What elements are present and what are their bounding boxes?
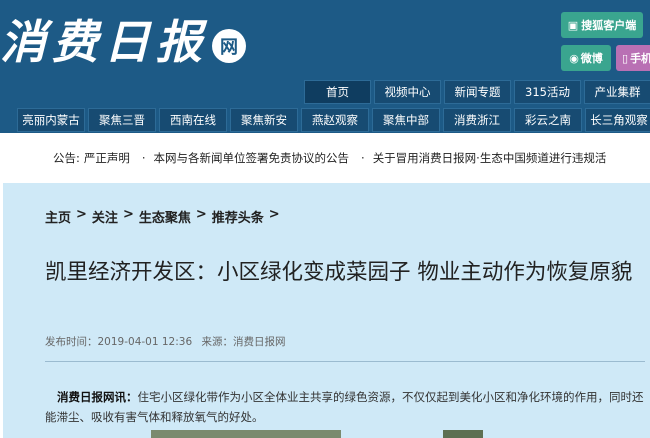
nav-item-region[interactable]: 亮丽内蒙古: [17, 108, 85, 132]
nav-item-industry[interactable]: 产业集群: [584, 80, 650, 104]
phone-icon: ▯: [622, 51, 629, 65]
weibo-icon: ◉: [569, 51, 579, 65]
sohu-client-button[interactable]: ▣ 搜狐客户端: [561, 12, 643, 38]
nav-item-region[interactable]: 聚焦中部: [372, 108, 440, 132]
publish-time: 2019-04-01 12:36: [97, 336, 193, 348]
announcement-bar: 公告: 严正声明 · 本网与各新闻单位签署免责协议的公告 · 关于冒用消费日报网…: [0, 133, 650, 183]
breadcrumb-separator: >: [195, 207, 207, 222]
announcement-link[interactable]: 关于冒用消费日报网·生态中国频道进行违规活: [373, 150, 607, 166]
article-paragraph: 消费日报网讯：住宅小区绿化带作为小区全体业主共享的绿色资源，不仅仅起到美化小区和…: [45, 387, 645, 427]
breadcrumb: 主页 > 关注 > 生态聚焦 > 推荐头条 >: [45, 207, 280, 226]
bullet-separator: ·: [141, 151, 146, 165]
nav-item-region[interactable]: 聚焦三晋: [88, 108, 156, 132]
logo-badge: 网: [212, 29, 246, 63]
nav-item-home[interactable]: 首页: [304, 80, 371, 104]
source-name: 消费日报网: [232, 336, 286, 348]
article-meta: 发布时间：2019-04-01 12:36 来源：消费日报网: [45, 334, 285, 349]
announcement-link[interactable]: 严正声明: [84, 150, 130, 166]
breadcrumb-separator: >: [268, 207, 280, 222]
divider: [45, 361, 645, 362]
announcement-label: 公告:: [53, 151, 80, 165]
breadcrumb-separator: >: [76, 207, 87, 222]
article-lead: 消费日报网讯：: [57, 390, 138, 404]
article-container: 主页 > 关注 > 生态聚焦 > 推荐头条 > 凯里经济开发区：小区绿化变成菜园…: [3, 183, 650, 438]
breadcrumb-ecology[interactable]: 生态聚焦: [139, 207, 191, 226]
regional-nav: 亮丽内蒙古 聚焦三晋 西南在线 聚焦新安 燕赵观察 聚焦中部 消费浙江 彩云之南…: [17, 108, 650, 132]
app-icon: ▣: [567, 18, 579, 32]
site-header: 消费日报 网 ▣ 搜狐客户端 ◉ 微博 ▯ 手机 首页 视频中心 新闻专题 31…: [0, 0, 650, 133]
source-label: 来源：: [201, 336, 233, 348]
site-logo[interactable]: 消费日报 网: [0, 6, 246, 78]
logo-text: 消费日报: [0, 15, 208, 69]
nav-item-region[interactable]: 长三角观察: [585, 108, 650, 132]
breadcrumb-focus[interactable]: 关注: [92, 207, 118, 226]
nav-item-topics[interactable]: 新闻专题: [444, 80, 511, 104]
nav-item-region[interactable]: 消费浙江: [443, 108, 511, 132]
bullet-separator: ·: [361, 151, 365, 165]
weibo-button[interactable]: ◉ 微博: [561, 45, 611, 71]
article-title: 凯里经济开发区：小区绿化变成菜园子 物业主动作为恢复原貌: [45, 260, 633, 285]
article-image: [443, 430, 483, 438]
nav-item-video[interactable]: 视频中心: [374, 80, 441, 104]
nav-item-region[interactable]: 西南在线: [159, 108, 227, 132]
nav-item-region[interactable]: 燕赵观察: [301, 108, 369, 132]
nav-item-315[interactable]: 315活动: [514, 80, 581, 104]
article-image: [151, 430, 341, 438]
breadcrumb-headlines[interactable]: 推荐头条: [212, 207, 264, 226]
nav-item-region[interactable]: 彩云之南: [514, 108, 582, 132]
main-nav: 首页 视频中心 新闻专题 315活动 产业集群: [304, 80, 650, 104]
mobile-button[interactable]: ▯ 手机: [616, 45, 650, 71]
mobile-label: 手机: [630, 52, 650, 65]
sohu-client-label: 搜狐客户端: [581, 19, 637, 32]
publish-label: 发布时间：: [45, 336, 98, 348]
announcement-link[interactable]: 本网与各新闻单位签署免责协议的公告: [154, 150, 350, 166]
breadcrumb-home[interactable]: 主页: [45, 207, 71, 226]
weibo-label: 微博: [580, 52, 603, 65]
breadcrumb-separator: >: [122, 207, 134, 222]
nav-item-region[interactable]: 聚焦新安: [230, 108, 298, 132]
